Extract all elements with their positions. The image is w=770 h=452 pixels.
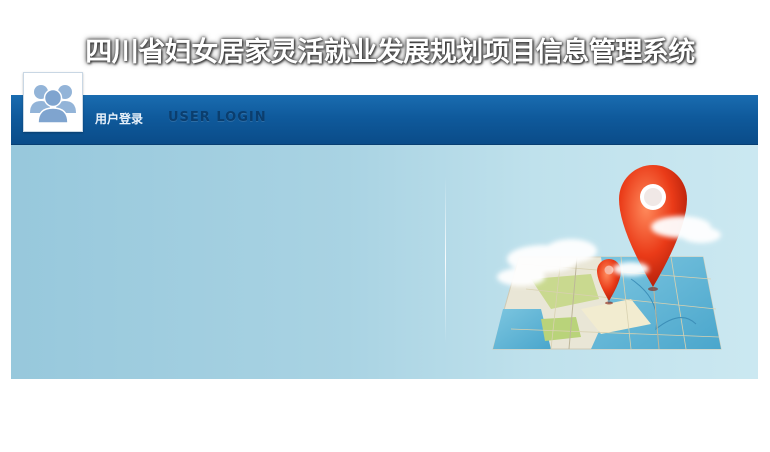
panel-divider (445, 177, 446, 343)
login-title-cn: 用户登录 (95, 112, 144, 126)
map-location-pin-icon (492, 165, 722, 350)
login-form-area (11, 145, 758, 379)
system-title: 四川省妇女居家灵活就业发展规划项目信息管理系统 (85, 37, 695, 68)
avatar (23, 72, 83, 132)
users-group-icon (30, 85, 76, 124)
login-title-en: USER LOGIN (168, 110, 267, 125)
login-page: 四川省妇女居家灵活就业发展规划项目信息管理系统 用户登录 USER LOGIN (0, 0, 770, 452)
